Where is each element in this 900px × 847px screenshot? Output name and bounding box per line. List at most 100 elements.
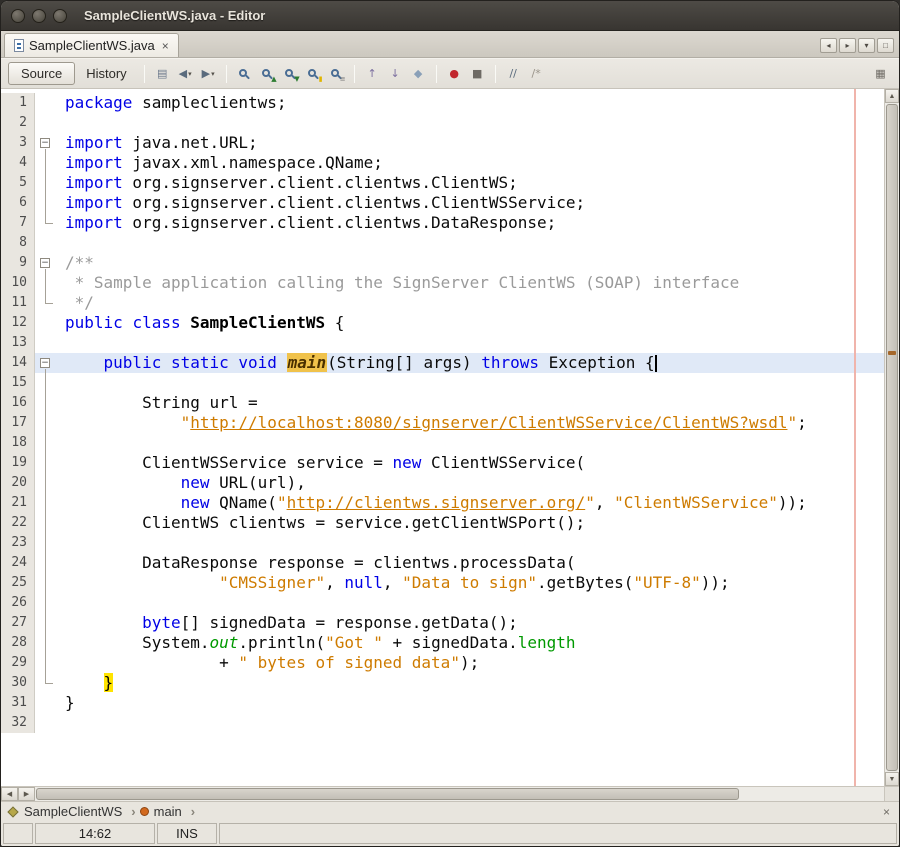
vertical-scrollbar[interactable]: ▲ ▼	[884, 89, 899, 786]
code-line-text[interactable]	[57, 373, 884, 393]
line-number[interactable]: 22	[1, 513, 35, 533]
code-line[interactable]: 12public class SampleClientWS {	[1, 313, 884, 333]
code-line[interactable]: 9−/**	[1, 253, 884, 273]
line-number[interactable]: 2	[1, 113, 35, 133]
horizontal-scroll-track[interactable]	[36, 788, 883, 800]
code-line-text[interactable]: + " bytes of signed data");	[57, 653, 884, 673]
code-line-text[interactable]: import java.net.URL;	[57, 133, 884, 153]
window-close-button[interactable]	[11, 9, 25, 23]
code-line[interactable]: 11 */	[1, 293, 884, 313]
tab-close-icon[interactable]: ×	[162, 39, 169, 53]
code-line-text[interactable]	[57, 333, 884, 353]
scroll-up-button[interactable]: ▲	[885, 89, 899, 103]
scroll-tabs-right-button[interactable]: ▸	[839, 38, 856, 53]
comment-icon[interactable]: //	[502, 63, 525, 85]
fold-toggle-icon[interactable]: −	[40, 258, 50, 268]
code-line-text[interactable]: new QName("http://clientws.signserver.or…	[57, 493, 884, 513]
code-line[interactable]: 21 new QName("http://clientws.signserver…	[1, 493, 884, 513]
line-number[interactable]: 31	[1, 693, 35, 713]
code-line[interactable]: 15	[1, 373, 884, 393]
toggle-highlight-search-icon[interactable]: ▮	[302, 63, 325, 85]
line-number[interactable]: 23	[1, 533, 35, 553]
code-line[interactable]: 5import org.signserver.client.clientws.C…	[1, 173, 884, 193]
line-number[interactable]: 15	[1, 373, 35, 393]
code-line[interactable]: 4 import javax.xml.namespace.QName;	[1, 153, 884, 173]
line-number[interactable]: 18	[1, 433, 35, 453]
code-line-text[interactable]: */	[57, 293, 884, 313]
line-number[interactable]: 12	[1, 313, 35, 333]
line-number[interactable]: 20	[1, 473, 35, 493]
breadcrumb-class[interactable]: SampleClientWS ›	[7, 804, 140, 819]
source-view-button[interactable]: Source	[8, 62, 75, 85]
code-line-text[interactable]: * Sample application calling the SignSer…	[57, 273, 884, 293]
code-line-text[interactable]: /**	[57, 253, 884, 273]
vertical-scroll-track[interactable]	[886, 104, 898, 771]
code-line[interactable]: 17 "http://localhost:8080/signserver/Cli…	[1, 413, 884, 433]
code-line-text[interactable]: String url =	[57, 393, 884, 413]
tab-sampleclientws[interactable]: SampleClientWS.java ×	[4, 33, 179, 57]
line-number[interactable]: 25	[1, 573, 35, 593]
code-line[interactable]: 8	[1, 233, 884, 253]
code-line[interactable]: 31}	[1, 693, 884, 713]
scroll-tabs-left-button[interactable]: ◂	[820, 38, 837, 53]
code-line-text[interactable]: import org.signserver.client.clientws.Cl…	[57, 173, 884, 193]
line-number[interactable]: 30	[1, 673, 35, 693]
code-line-text[interactable]: import org.signserver.client.clientws.Cl…	[57, 193, 884, 213]
line-number[interactable]: 6	[1, 193, 35, 213]
code-line-text[interactable]: "CMSSigner", null, "Data to sign".getByt…	[57, 573, 884, 593]
scroll-left-button[interactable]: ◀	[1, 787, 18, 801]
line-number[interactable]: 4	[1, 153, 35, 173]
tab-list-button[interactable]: ▾	[858, 38, 875, 53]
fold-toggle-icon[interactable]: −	[40, 358, 50, 368]
horizontal-scrollbar[interactable]: ◀ ▶	[1, 786, 899, 801]
line-number[interactable]: 16	[1, 393, 35, 413]
previous-bookmark-icon[interactable]: ↑	[361, 63, 384, 85]
code-line-text[interactable]: public static void main(String[] args) t…	[57, 353, 884, 373]
line-number[interactable]: 7	[1, 213, 35, 233]
line-number[interactable]: 10	[1, 273, 35, 293]
code-line[interactable]: 32	[1, 713, 884, 733]
code-line[interactable]: 13	[1, 333, 884, 353]
code-line-text[interactable]: ClientWSService service = new ClientWSSe…	[57, 453, 884, 473]
code-line[interactable]: 18	[1, 433, 884, 453]
breadcrumb-method[interactable]: main ›	[140, 804, 200, 819]
code-line[interactable]: 10 * Sample application calling the Sign…	[1, 273, 884, 293]
line-number[interactable]: 17	[1, 413, 35, 433]
code-line[interactable]: 7import org.signserver.client.clientws.D…	[1, 213, 884, 233]
code-line-text[interactable]	[57, 713, 884, 733]
code-line[interactable]: 1package sampleclientws;	[1, 93, 884, 113]
code-line[interactable]: 22 ClientWS clientws = service.getClient…	[1, 513, 884, 533]
code-line-text[interactable]: System.out.println("Got " + signedData.l…	[57, 633, 884, 653]
window-maximize-button[interactable]	[53, 9, 67, 23]
code-line-text[interactable]: }	[57, 693, 884, 713]
code-line[interactable]: 28 System.out.println("Got " + signedDat…	[1, 633, 884, 653]
scroll-right-button[interactable]: ▶	[18, 787, 35, 801]
uncomment-icon[interactable]: /*	[525, 63, 548, 85]
code-line-text[interactable]: import javax.xml.namespace.QName;	[57, 153, 884, 173]
line-number[interactable]: 13	[1, 333, 35, 353]
code-line-text[interactable]: package sampleclientws;	[57, 93, 884, 113]
code-line[interactable]: 19 ClientWSService service = new ClientW…	[1, 453, 884, 473]
toggle-bookmark-icon[interactable]: ◆	[407, 63, 430, 85]
window-minimize-button[interactable]	[32, 9, 46, 23]
line-number[interactable]: 9	[1, 253, 35, 273]
code-line-text[interactable]	[57, 593, 884, 613]
line-number[interactable]: 29	[1, 653, 35, 673]
code-line[interactable]: 24 DataResponse response = clientws.proc…	[1, 553, 884, 573]
titlebar[interactable]: SampleClientWS.java - Editor	[1, 1, 899, 31]
line-number[interactable]: 14	[1, 353, 35, 373]
code-line-text[interactable]	[57, 433, 884, 453]
code-line[interactable]: 27 byte[] signedData = response.getData(…	[1, 613, 884, 633]
find-selection-icon[interactable]	[233, 63, 256, 85]
start-macro-recording-icon[interactable]: ●	[443, 63, 466, 85]
back-icon[interactable]: ◀▾	[174, 63, 197, 85]
line-number[interactable]: 11	[1, 293, 35, 313]
code-line[interactable]: 26	[1, 593, 884, 613]
line-number[interactable]: 21	[1, 493, 35, 513]
line-number[interactable]: 24	[1, 553, 35, 573]
breadcrumb-close-icon[interactable]: ×	[883, 805, 890, 819]
code-line[interactable]: 14− public static void main(String[] arg…	[1, 353, 884, 373]
find-next-occurrence-icon[interactable]: ▼	[279, 63, 302, 85]
history-view-button[interactable]: History	[75, 62, 137, 85]
code-line-text[interactable]: }	[57, 673, 884, 693]
